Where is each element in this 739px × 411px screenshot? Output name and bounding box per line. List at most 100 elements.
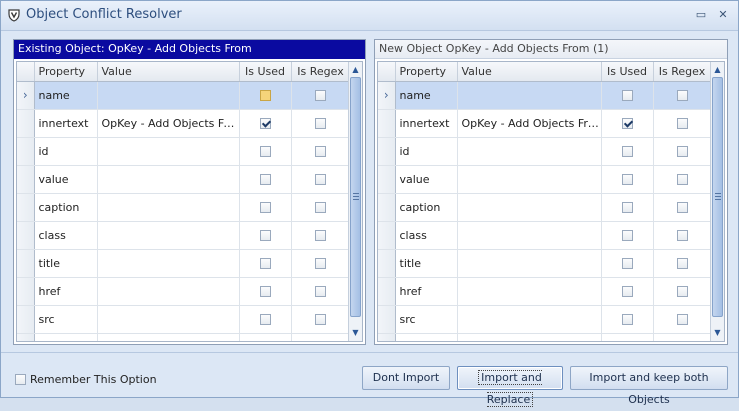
is-regex-checkbox[interactable] (315, 118, 326, 129)
is-regex-checkbox[interactable] (315, 286, 326, 297)
is-regex-checkbox[interactable] (315, 258, 326, 269)
row-indicator[interactable] (378, 333, 396, 341)
is-used-checkbox[interactable] (259, 174, 271, 185)
value-cell[interactable] (457, 305, 602, 334)
property-cell[interactable]: style (395, 333, 458, 341)
column-header-value[interactable]: Value (97, 62, 240, 82)
is-used-checkbox[interactable] (621, 202, 633, 213)
column-header-is-used[interactable]: Is Used (601, 62, 654, 82)
is-used-checkbox[interactable] (621, 174, 633, 185)
table-row[interactable]: src (378, 305, 712, 334)
property-cell[interactable]: id (34, 137, 98, 166)
is-used-checkbox[interactable] (259, 118, 271, 129)
row-indicator[interactable] (378, 277, 396, 306)
value-cell[interactable] (457, 221, 602, 250)
column-header-is-used[interactable]: Is Used (239, 62, 292, 82)
table-row[interactable]: src (17, 305, 351, 334)
value-cell[interactable] (97, 249, 240, 278)
table-row[interactable]: innertextOpKey - Add Objects From... (378, 109, 712, 138)
row-indicator[interactable] (378, 249, 396, 278)
value-cell[interactable] (457, 137, 602, 166)
property-cell[interactable]: href (34, 277, 98, 306)
is-regex-checkbox[interactable] (315, 202, 326, 213)
property-cell[interactable]: class (395, 221, 458, 250)
table-row[interactable]: caption (378, 193, 712, 222)
row-indicator[interactable] (17, 305, 35, 334)
table-row[interactable]: href (17, 277, 351, 306)
value-cell[interactable] (457, 249, 602, 278)
value-cell[interactable] (457, 81, 602, 110)
is-used-checkbox[interactable] (621, 118, 633, 129)
value-cell[interactable] (97, 305, 240, 334)
column-header-is-regex[interactable]: Is Regex (291, 62, 351, 82)
row-indicator[interactable] (378, 193, 396, 222)
is-used-checkbox[interactable] (259, 90, 271, 101)
property-cell[interactable]: value (395, 165, 458, 194)
row-indicator[interactable] (17, 193, 35, 222)
value-cell[interactable] (97, 165, 240, 194)
is-regex-checkbox[interactable] (676, 314, 688, 325)
property-cell[interactable]: id (395, 137, 458, 166)
current-row-arrow-icon[interactable]: › (17, 81, 35, 110)
is-regex-checkbox[interactable] (676, 90, 688, 101)
column-header-property[interactable]: Property (395, 62, 458, 82)
is-regex-checkbox[interactable] (315, 230, 326, 241)
value-cell[interactable] (97, 193, 240, 222)
new-object-scrollbar[interactable]: ▲ ▼ (710, 62, 724, 341)
scroll-up-arrow-icon[interactable]: ▲ (349, 63, 362, 77)
value-cell[interactable] (97, 277, 240, 306)
is-used-checkbox[interactable] (621, 286, 633, 297)
property-cell[interactable]: caption (395, 193, 458, 222)
is-regex-checkbox[interactable] (676, 174, 688, 185)
property-cell[interactable]: title (34, 249, 98, 278)
property-cell[interactable]: style (34, 333, 98, 341)
table-row[interactable]: style (378, 333, 712, 341)
is-regex-checkbox[interactable] (315, 146, 326, 157)
row-indicator[interactable] (17, 109, 35, 138)
scroll-thumb[interactable] (712, 77, 723, 317)
property-cell[interactable]: src (34, 305, 98, 334)
property-cell[interactable]: innertext (395, 109, 458, 138)
is-used-checkbox[interactable] (259, 258, 271, 269)
property-cell[interactable]: href (395, 277, 458, 306)
scroll-down-arrow-icon[interactable]: ▼ (349, 326, 362, 340)
row-indicator[interactable] (17, 165, 35, 194)
is-regex-checkbox[interactable] (676, 230, 688, 241)
is-regex-checkbox[interactable] (315, 174, 326, 185)
is-regex-checkbox[interactable] (676, 118, 688, 129)
value-cell[interactable]: OpKey - Add Objects From... (97, 109, 240, 138)
is-used-checkbox[interactable] (259, 286, 271, 297)
row-indicator[interactable] (378, 165, 396, 194)
table-row[interactable]: innertextOpKey - Add Objects From... (17, 109, 351, 138)
row-indicator[interactable] (17, 221, 35, 250)
row-indicator[interactable] (378, 221, 396, 250)
table-row[interactable]: value (17, 165, 351, 194)
property-cell[interactable]: caption (34, 193, 98, 222)
table-row[interactable]: value (378, 165, 712, 194)
value-cell[interactable] (457, 277, 602, 306)
table-row[interactable]: › name (378, 81, 712, 110)
is-regex-checkbox[interactable] (676, 286, 688, 297)
row-indicator[interactable] (378, 137, 396, 166)
table-row[interactable]: id (17, 137, 351, 166)
import-and-keep-both-button[interactable]: Import and keep both Objects (570, 366, 728, 406)
row-indicator[interactable] (17, 333, 35, 341)
property-cell[interactable]: src (395, 305, 458, 334)
dont-import-button[interactable]: Dont Import (362, 366, 450, 390)
table-row[interactable]: class (17, 221, 351, 250)
is-regex-checkbox[interactable] (676, 146, 688, 157)
is-used-checkbox[interactable] (621, 90, 633, 101)
value-cell[interactable] (457, 165, 602, 194)
table-row[interactable]: title (17, 249, 351, 278)
table-row[interactable]: href (378, 277, 712, 306)
value-cell[interactable] (97, 137, 240, 166)
column-header-property[interactable]: Property (34, 62, 98, 82)
table-row[interactable]: class (378, 221, 712, 250)
is-regex-checkbox[interactable] (676, 258, 688, 269)
value-cell[interactable] (457, 333, 602, 341)
close-button[interactable]: ✕ (715, 7, 731, 23)
scroll-up-arrow-icon[interactable]: ▲ (711, 63, 724, 77)
is-used-checkbox[interactable] (259, 314, 271, 325)
value-cell[interactable] (97, 333, 240, 341)
property-cell[interactable]: class (34, 221, 98, 250)
